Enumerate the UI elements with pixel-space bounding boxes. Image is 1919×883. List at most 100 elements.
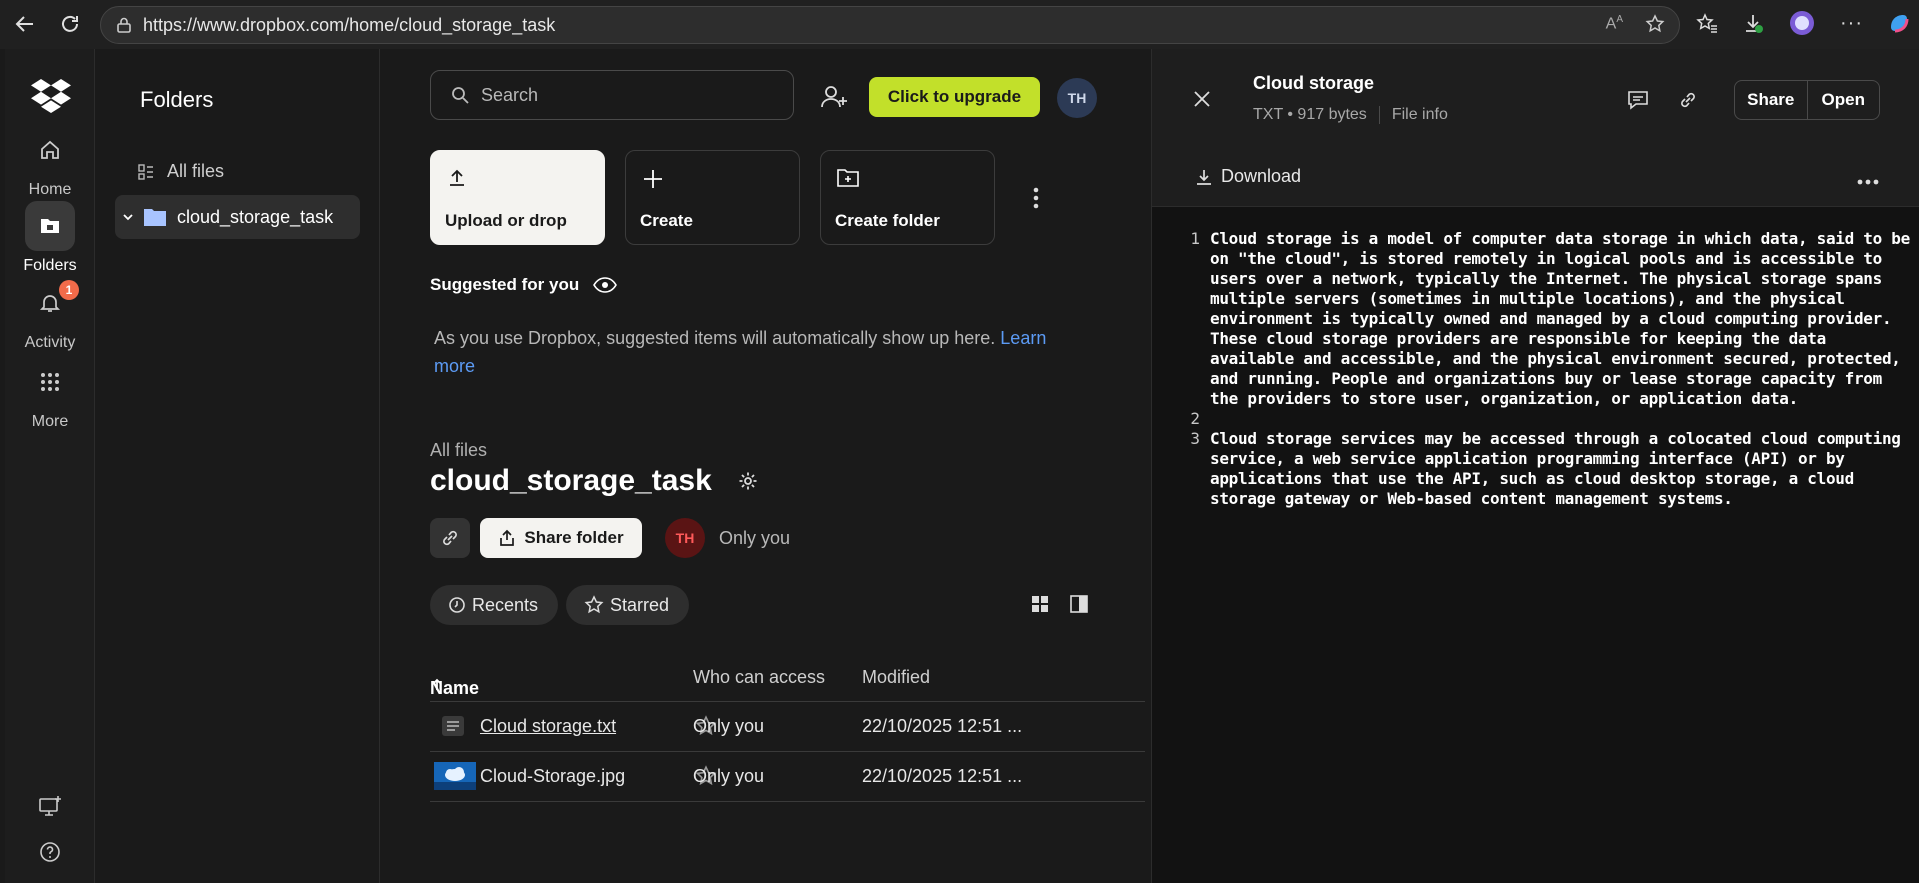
file-type-size: TXT • 917 bytes [1253, 106, 1367, 123]
file-modified: 22/10/2025 12:51 ... [862, 766, 1023, 786]
rail-item-home[interactable]: Home [5, 125, 95, 199]
access-label: Only you [719, 527, 791, 548]
open-button[interactable]: Open [1808, 81, 1880, 119]
app-rail: Home Folders 1 Activity More [5, 49, 95, 883]
suggested-text: As you use Dropbox, suggested items will… [434, 324, 1074, 380]
url-text: https://www.dropbox.com/home/cloud_stora… [143, 14, 556, 35]
clock-icon [448, 596, 466, 614]
create-folder-button[interactable]: Create folder [820, 150, 995, 245]
rail-item-more[interactable]: More [5, 357, 95, 431]
profile-icon[interactable] [1788, 9, 1816, 37]
downloads-icon[interactable] [1742, 12, 1764, 34]
copy-link-button[interactable] [430, 518, 470, 558]
link-icon [440, 528, 460, 548]
line-text: Cloud storage is a model of computer dat… [1210, 229, 1919, 408]
plus-icon [642, 168, 664, 190]
grid-dots-icon [25, 357, 75, 407]
modified-column-header[interactable]: Modified [862, 667, 930, 688]
gear-icon[interactable] [738, 471, 758, 491]
more-options-icon[interactable]: ··· [1840, 12, 1863, 35]
preview-header: Cloud storage TXT • 917 bytes File info … [1152, 49, 1919, 207]
search-placeholder: Search [481, 84, 539, 105]
help-icon[interactable] [38, 840, 62, 864]
line-text: Cloud storage services may be accessed t… [1210, 429, 1910, 508]
share-folder-button[interactable]: Share folder [480, 518, 642, 558]
line-number: 3 [1190, 429, 1200, 448]
table-header: Name Who can access Modified [430, 656, 1145, 702]
rail-item-folders[interactable]: Folders [5, 201, 95, 275]
upload-icon [447, 168, 467, 188]
more-actions-icon[interactable] [1032, 187, 1040, 209]
preview-meta: TXT • 917 bytes File info [1253, 106, 1448, 124]
text-preview: 1 Cloud storage is a model of computer d… [1172, 229, 1910, 509]
avatar[interactable]: TH [1057, 78, 1097, 118]
code-line: 3 Cloud storage services may be accessed… [1172, 429, 1910, 509]
folder-title: cloud_storage_task [430, 464, 712, 497]
rail-item-activity[interactable]: 1 Activity [5, 278, 95, 352]
add-user-icon[interactable] [820, 83, 848, 111]
create-folder-label: Create folder [835, 211, 940, 230]
text-file-icon [440, 714, 466, 738]
link-icon[interactable] [1678, 89, 1698, 111]
table-row[interactable]: Cloud storage.txt Only you 22/10/2025 12… [430, 702, 1145, 752]
folder-tree-item-cloud-storage-task[interactable]: cloud_storage_task [115, 195, 360, 239]
desktop-app-icon[interactable] [38, 795, 62, 819]
preview-title: Cloud storage [1253, 73, 1375, 93]
folders-panel: Folders All files cloud_storage_task [95, 49, 380, 883]
dropbox-logo-icon[interactable] [31, 77, 71, 113]
rail-label: Home [28, 181, 72, 198]
file-modified: 22/10/2025 12:51 ... [862, 716, 1023, 736]
starred-filter[interactable]: Starred [566, 585, 690, 625]
divider [1378, 106, 1380, 124]
grid-view-icon[interactable] [1031, 595, 1049, 613]
folder-plus-icon [837, 168, 859, 188]
upgrade-button[interactable]: Click to upgrade [869, 77, 1040, 117]
site-info-icon[interactable] [115, 16, 133, 34]
all-files-link[interactable]: All files [137, 161, 224, 182]
folder-tree-label: cloud_storage_task [177, 206, 334, 227]
breadcrumb[interactable]: All files [430, 440, 487, 461]
address-bar[interactable]: https://www.dropbox.com/home/cloud_stora… [100, 6, 1680, 44]
folders-title: Folders [140, 87, 214, 112]
file-name[interactable]: Cloud-Storage.jpg [480, 766, 625, 787]
favorites-icon[interactable] [1696, 12, 1718, 34]
access-column-header[interactable]: Who can access [693, 667, 825, 688]
upload-button[interactable]: Upload or drop [430, 150, 605, 245]
chevron-down-icon[interactable] [121, 210, 135, 224]
more-options-icon[interactable] [1857, 179, 1879, 185]
sort-ascending-icon[interactable] [430, 678, 444, 692]
file-name[interactable]: Cloud storage.txt [480, 716, 616, 737]
file-access: Only you [693, 766, 765, 786]
page-title: cloud_storage_task [430, 464, 758, 498]
reload-button[interactable] [55, 9, 85, 39]
back-button[interactable] [10, 9, 40, 39]
download-button[interactable]: Download [1195, 166, 1301, 187]
recents-filter[interactable]: Recents [430, 585, 559, 625]
create-button[interactable]: Create [625, 150, 800, 245]
image-thumbnail [434, 762, 476, 790]
comment-icon[interactable] [1627, 90, 1649, 110]
favorite-star-icon[interactable] [1645, 14, 1665, 34]
share-icon [498, 529, 516, 547]
close-icon[interactable] [1193, 90, 1211, 108]
eye-icon[interactable] [593, 277, 618, 293]
panel-view-icon[interactable] [1070, 595, 1088, 613]
avatar[interactable]: TH [665, 518, 705, 558]
recents-label: Recents [472, 594, 539, 615]
read-aloud-icon[interactable]: AA [1606, 14, 1623, 34]
rail-label: More [31, 413, 69, 430]
star-icon [584, 595, 604, 615]
file-info-link[interactable]: File info [1392, 106, 1448, 124]
suggested-body: As you use Dropbox, suggested items will… [434, 328, 996, 348]
copilot-icon[interactable] [1887, 11, 1911, 35]
main-content: Search Click to upgrade TH Upload or dro… [380, 49, 1151, 883]
search-input[interactable]: Search [430, 70, 794, 120]
table-row[interactable]: Cloud-Storage.jpg Only you 22/10/2025 12… [430, 752, 1145, 802]
share-folder-label: Share folder [524, 528, 624, 547]
line-number: 2 [1190, 409, 1200, 428]
file-preview-panel: Cloud storage TXT • 917 bytes File info … [1151, 49, 1919, 883]
folder-access: TH Only you [665, 518, 790, 558]
activity-badge: 1 [59, 280, 79, 300]
share-button[interactable]: Share [1735, 81, 1808, 119]
folder-icon [143, 207, 167, 227]
